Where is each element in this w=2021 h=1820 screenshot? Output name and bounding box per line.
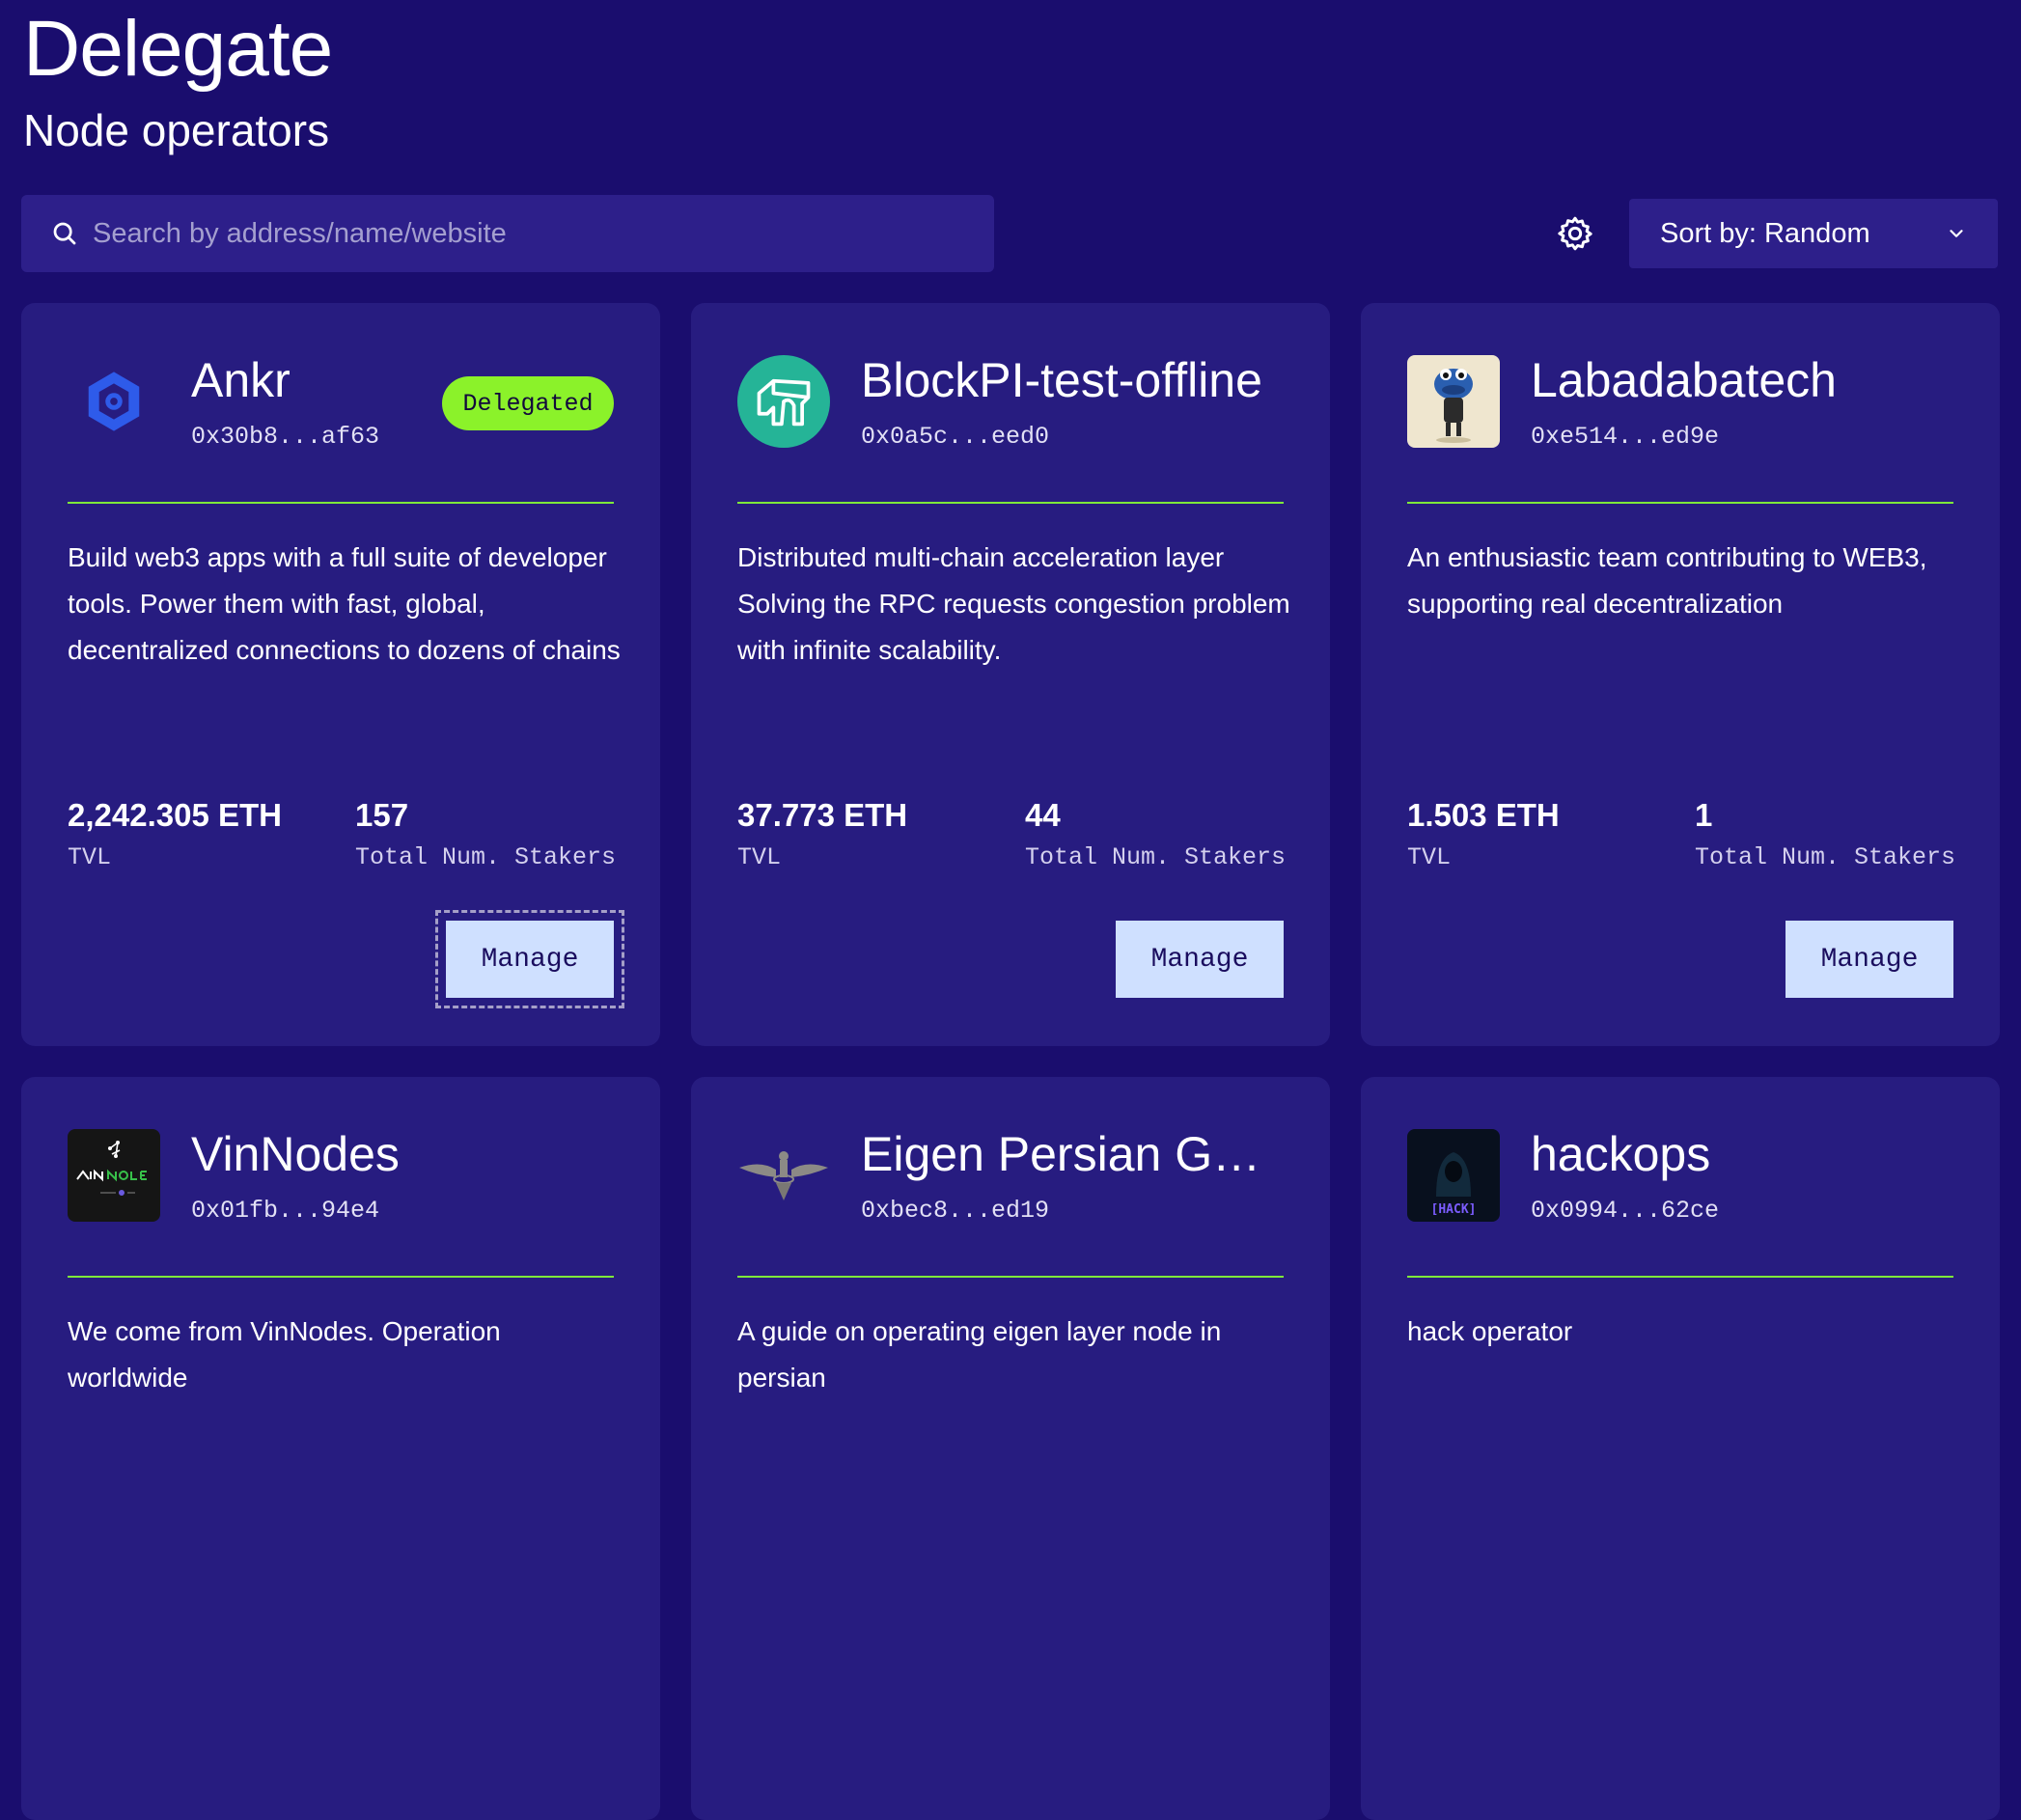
- divider: [737, 502, 1284, 504]
- operator-address: 0xbec8...ed19: [861, 1197, 1050, 1225]
- operator-name[interactable]: Eigen Persian Gui...: [861, 1125, 1286, 1183]
- hackops-logo-icon: [HACK]: [1407, 1129, 1500, 1222]
- manage-button[interactable]: Manage: [1116, 921, 1284, 998]
- page-subtitle: Node operators: [23, 105, 330, 155]
- search-bar[interactable]: [21, 195, 994, 272]
- svg-text:[HACK]: [HACK]: [1431, 1202, 1477, 1217]
- operator-name[interactable]: VinNodes: [191, 1125, 400, 1183]
- vinnodes-logo-icon: [68, 1129, 160, 1222]
- stakers-label: Total Num. Stakers: [1695, 843, 1956, 871]
- operator-address: 0x0a5c...eed0: [861, 423, 1050, 451]
- operator-address: 0x0994...62ce: [1531, 1197, 1720, 1225]
- operator-address: 0x30b8...af63: [191, 423, 380, 451]
- operator-name[interactable]: Ankr: [191, 351, 291, 409]
- divider: [68, 502, 614, 504]
- gear-icon: [1558, 216, 1592, 251]
- operator-name[interactable]: hackops: [1531, 1125, 1710, 1183]
- sort-dropdown[interactable]: Sort by: Random: [1629, 199, 1998, 268]
- operator-card: Labadabatech 0xe514...ed9e An enthusiast…: [1361, 303, 2000, 1046]
- chevron-down-icon: [1950, 230, 1963, 237]
- tvl-label: TVL: [1407, 843, 1452, 871]
- divider: [1407, 502, 1953, 504]
- operator-card: VinNodes 0x01fb...94e4 We come from VinN…: [21, 1077, 660, 1820]
- settings-button[interactable]: [1554, 212, 1596, 255]
- manage-button[interactable]: Manage: [1786, 921, 1953, 998]
- operator-name[interactable]: Labadabatech: [1531, 351, 1837, 409]
- tvl-value: 37.773 ETH: [737, 797, 908, 833]
- tvl-label: TVL: [737, 843, 782, 871]
- operator-card: Ankr 0x30b8...af63 Delegated Build web3 …: [21, 303, 660, 1046]
- operator-address: 0xe514...ed9e: [1531, 423, 1720, 451]
- sort-label: Sort by: Random: [1660, 217, 1870, 249]
- delegated-badge: Delegated: [442, 376, 614, 430]
- stakers-value: 1: [1695, 797, 1713, 833]
- operator-description: We come from VinNodes. Operation worldwi…: [68, 1316, 501, 1393]
- operator-card: Eigen Persian Gui... 0xbec8...ed19 A gui…: [691, 1077, 1330, 1820]
- operator-card: BlockPI-test-offline 0x0a5c...eed0 Distr…: [691, 303, 1330, 1046]
- operator-name[interactable]: BlockPI-test-offline: [861, 351, 1262, 409]
- operator-description: An enthusiastic team contributing to WEB…: [1407, 542, 1927, 619]
- tvl-value: 2,242.305 ETH: [68, 797, 282, 833]
- stakers-value: 44: [1025, 797, 1061, 833]
- stakers-value: 157: [355, 797, 409, 833]
- manage-button[interactable]: Manage: [435, 910, 624, 1008]
- search-input[interactable]: [93, 217, 961, 250]
- tvl-label: TVL: [68, 843, 112, 871]
- page-title: Delegate: [23, 5, 333, 93]
- tvl-value: 1.503 ETH: [1407, 797, 1560, 833]
- divider: [1407, 1276, 1953, 1278]
- operator-card: [HACK] hackops 0x0994...62ce hack operat…: [1361, 1077, 2000, 1820]
- ankr-logo-icon: [68, 355, 160, 448]
- operator-description: A guide on operating eigen layer node in…: [737, 1316, 1222, 1393]
- stakers-label: Total Num. Stakers: [1025, 843, 1287, 871]
- labadabatech-avatar-icon: [1407, 355, 1500, 448]
- operator-description: Build web3 apps with a full suite of dev…: [68, 542, 621, 665]
- divider: [68, 1276, 614, 1278]
- blockpi-logo-icon: [737, 355, 830, 448]
- operator-description: hack operator: [1407, 1316, 1573, 1346]
- operator-address: 0x01fb...94e4: [191, 1197, 380, 1225]
- search-icon: [53, 222, 76, 245]
- faravahar-emblem-icon: [737, 1129, 830, 1222]
- divider: [737, 1276, 1284, 1278]
- operator-description: Distributed multi-chain acceleration lay…: [737, 542, 1290, 665]
- stakers-label: Total Num. Stakers: [355, 843, 617, 871]
